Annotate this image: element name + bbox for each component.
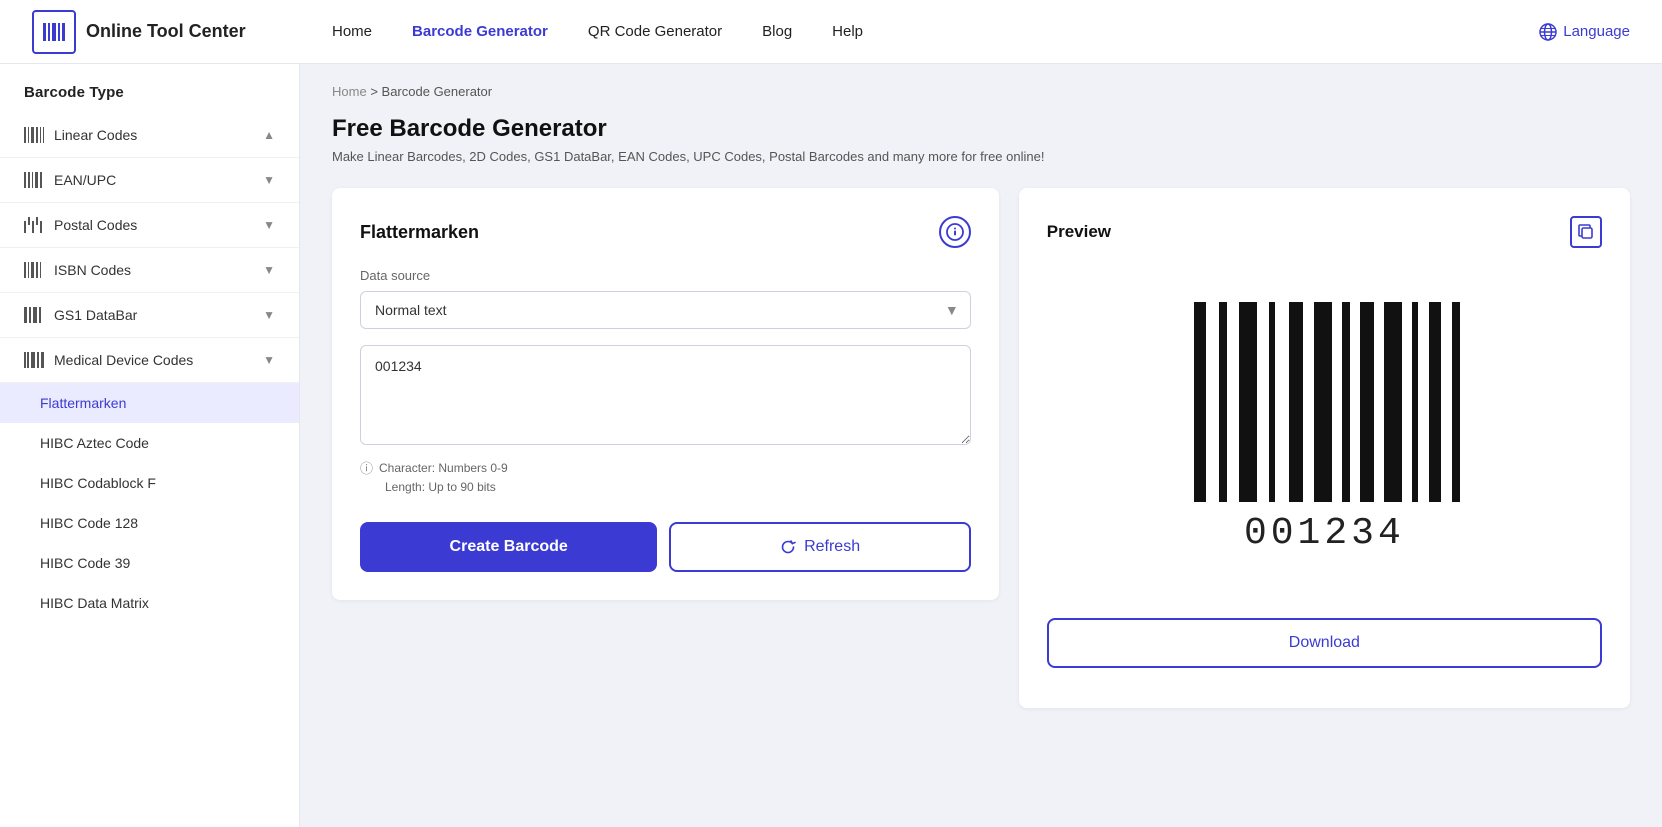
- barcode-svg: [1174, 302, 1474, 502]
- nav-blog[interactable]: Blog: [762, 23, 792, 40]
- sidebar-item-flattermarken[interactable]: Flattermarken: [0, 383, 299, 423]
- gs1-chevron: ▼: [263, 308, 275, 322]
- sidebar-category-isbn-header[interactable]: ISBN Codes ▼: [0, 248, 299, 292]
- sidebar-item-hibc-code128[interactable]: HIBC Code 128: [0, 503, 299, 543]
- preview-panel-header: Preview: [1047, 216, 1602, 248]
- char-info-line1: Character: Numbers 0-9: [379, 461, 508, 475]
- ean-chevron: ▼: [263, 173, 275, 187]
- content-area: Home > Barcode Generator Free Barcode Ge…: [300, 64, 1662, 827]
- linear-codes-label: Linear Codes: [54, 127, 137, 143]
- sidebar-category-medical-header[interactable]: Medical Device Codes ▼: [0, 338, 299, 382]
- sidebar-category-medical: Medical Device Codes ▼: [0, 338, 299, 383]
- ean-label: EAN/UPC: [54, 172, 116, 188]
- sidebar-category-postal-header[interactable]: Postal Codes ▼: [0, 203, 299, 247]
- sidebar: Barcode Type Linear Codes ▲: [0, 64, 300, 827]
- data-source-wrapper: Normal text ▼: [360, 291, 971, 329]
- isbn-icon: [24, 262, 44, 278]
- language-label: Language: [1563, 23, 1630, 40]
- nav-barcode-generator[interactable]: Barcode Generator: [412, 23, 548, 40]
- main-layout: Barcode Type Linear Codes ▲: [0, 64, 1662, 827]
- copy-button[interactable]: [1570, 216, 1602, 248]
- barcode-preview-area: 001234: [1047, 268, 1602, 588]
- refresh-button-label: Refresh: [804, 538, 860, 556]
- medical-chevron: ▼: [263, 353, 275, 367]
- data-source-label: Data source: [360, 268, 971, 283]
- sidebar-category-gs1: GS1 DataBar ▼: [0, 293, 299, 338]
- nav-help[interactable]: Help: [832, 23, 863, 40]
- barcode-display: 001234: [1174, 302, 1474, 555]
- sidebar-category-ean: EAN/UPC ▼: [0, 158, 299, 203]
- info-button[interactable]: [939, 216, 971, 248]
- sidebar-category-isbn: ISBN Codes ▼: [0, 248, 299, 293]
- barcode-icon: [24, 127, 44, 143]
- char-info-row-1: ⓘ Character: Numbers 0-9: [360, 458, 971, 477]
- linear-codes-chevron: ▲: [263, 128, 275, 142]
- nav-home[interactable]: Home: [332, 23, 372, 40]
- logo-icon: [32, 10, 76, 54]
- gs1-icon: [24, 307, 44, 323]
- breadcrumb-current: Barcode Generator: [382, 84, 493, 99]
- nav-qr-code-generator[interactable]: QR Code Generator: [588, 23, 722, 40]
- preview-title: Preview: [1047, 222, 1111, 242]
- info-circle-icon: ⓘ: [360, 458, 373, 477]
- breadcrumb-separator: >: [370, 84, 381, 99]
- barcode-number: 001234: [1244, 512, 1405, 555]
- sidebar-category-postal: Postal Codes ▼: [0, 203, 299, 248]
- postal-chevron: ▼: [263, 218, 275, 232]
- char-info: ⓘ Character: Numbers 0-9 Length: Up to 9…: [360, 458, 971, 494]
- page-subtitle: Make Linear Barcodes, 2D Codes, GS1 Data…: [332, 149, 1630, 164]
- button-row: Create Barcode Refresh: [360, 522, 971, 572]
- left-panel-title: Flattermarken: [360, 222, 479, 243]
- medical-icon: [24, 352, 44, 368]
- sidebar-category-linear: Linear Codes ▲: [0, 113, 299, 158]
- sidebar-item-hibc-datamatrix[interactable]: HIBC Data Matrix: [0, 583, 299, 623]
- isbn-label: ISBN Codes: [54, 262, 131, 278]
- create-barcode-button[interactable]: Create Barcode: [360, 522, 657, 572]
- right-panel: Preview: [1019, 188, 1630, 708]
- data-source-select[interactable]: Normal text: [360, 291, 971, 329]
- medical-label: Medical Device Codes: [54, 352, 193, 368]
- logo-text: Online Tool Center: [86, 21, 246, 42]
- barcode-data-input[interactable]: 001234: [360, 345, 971, 445]
- sidebar-item-hibc-code39[interactable]: HIBC Code 39: [0, 543, 299, 583]
- logo-area: Online Tool Center: [32, 10, 332, 54]
- refresh-icon: [780, 539, 796, 555]
- main-nav: Home Barcode Generator QR Code Generator…: [332, 23, 1539, 40]
- char-info-line2: Length: Up to 90 bits: [385, 480, 496, 494]
- sidebar-category-ean-header[interactable]: EAN/UPC ▼: [0, 158, 299, 202]
- sidebar-section-title: Barcode Type: [0, 64, 299, 113]
- gs1-label: GS1 DataBar: [54, 307, 137, 323]
- two-col-layout: Flattermarken Data source Normal text: [332, 188, 1630, 708]
- copy-icon: [1578, 224, 1594, 240]
- postal-icon: [24, 217, 44, 233]
- download-button[interactable]: Download: [1047, 618, 1602, 668]
- breadcrumb: Home > Barcode Generator: [332, 84, 1630, 99]
- globe-icon: [1539, 23, 1557, 41]
- left-panel: Flattermarken Data source Normal text: [332, 188, 999, 600]
- language-button[interactable]: Language: [1539, 23, 1630, 41]
- page-title: Free Barcode Generator: [332, 115, 1630, 143]
- breadcrumb-home[interactable]: Home: [332, 84, 367, 99]
- panel-header: Flattermarken: [360, 216, 971, 248]
- header: Online Tool Center Home Barcode Generato…: [0, 0, 1662, 64]
- sidebar-category-gs1-header[interactable]: GS1 DataBar ▼: [0, 293, 299, 337]
- char-info-row-2: Length: Up to 90 bits: [360, 480, 971, 494]
- ean-icon: [24, 172, 44, 188]
- isbn-chevron: ▼: [263, 263, 275, 277]
- sidebar-item-hibc-aztec[interactable]: HIBC Aztec Code: [0, 423, 299, 463]
- postal-label: Postal Codes: [54, 217, 137, 233]
- info-icon: [946, 223, 964, 241]
- refresh-button[interactable]: Refresh: [669, 522, 970, 572]
- sidebar-item-hibc-codablock[interactable]: HIBC Codablock F: [0, 463, 299, 503]
- sidebar-category-linear-header[interactable]: Linear Codes ▲: [0, 113, 299, 157]
